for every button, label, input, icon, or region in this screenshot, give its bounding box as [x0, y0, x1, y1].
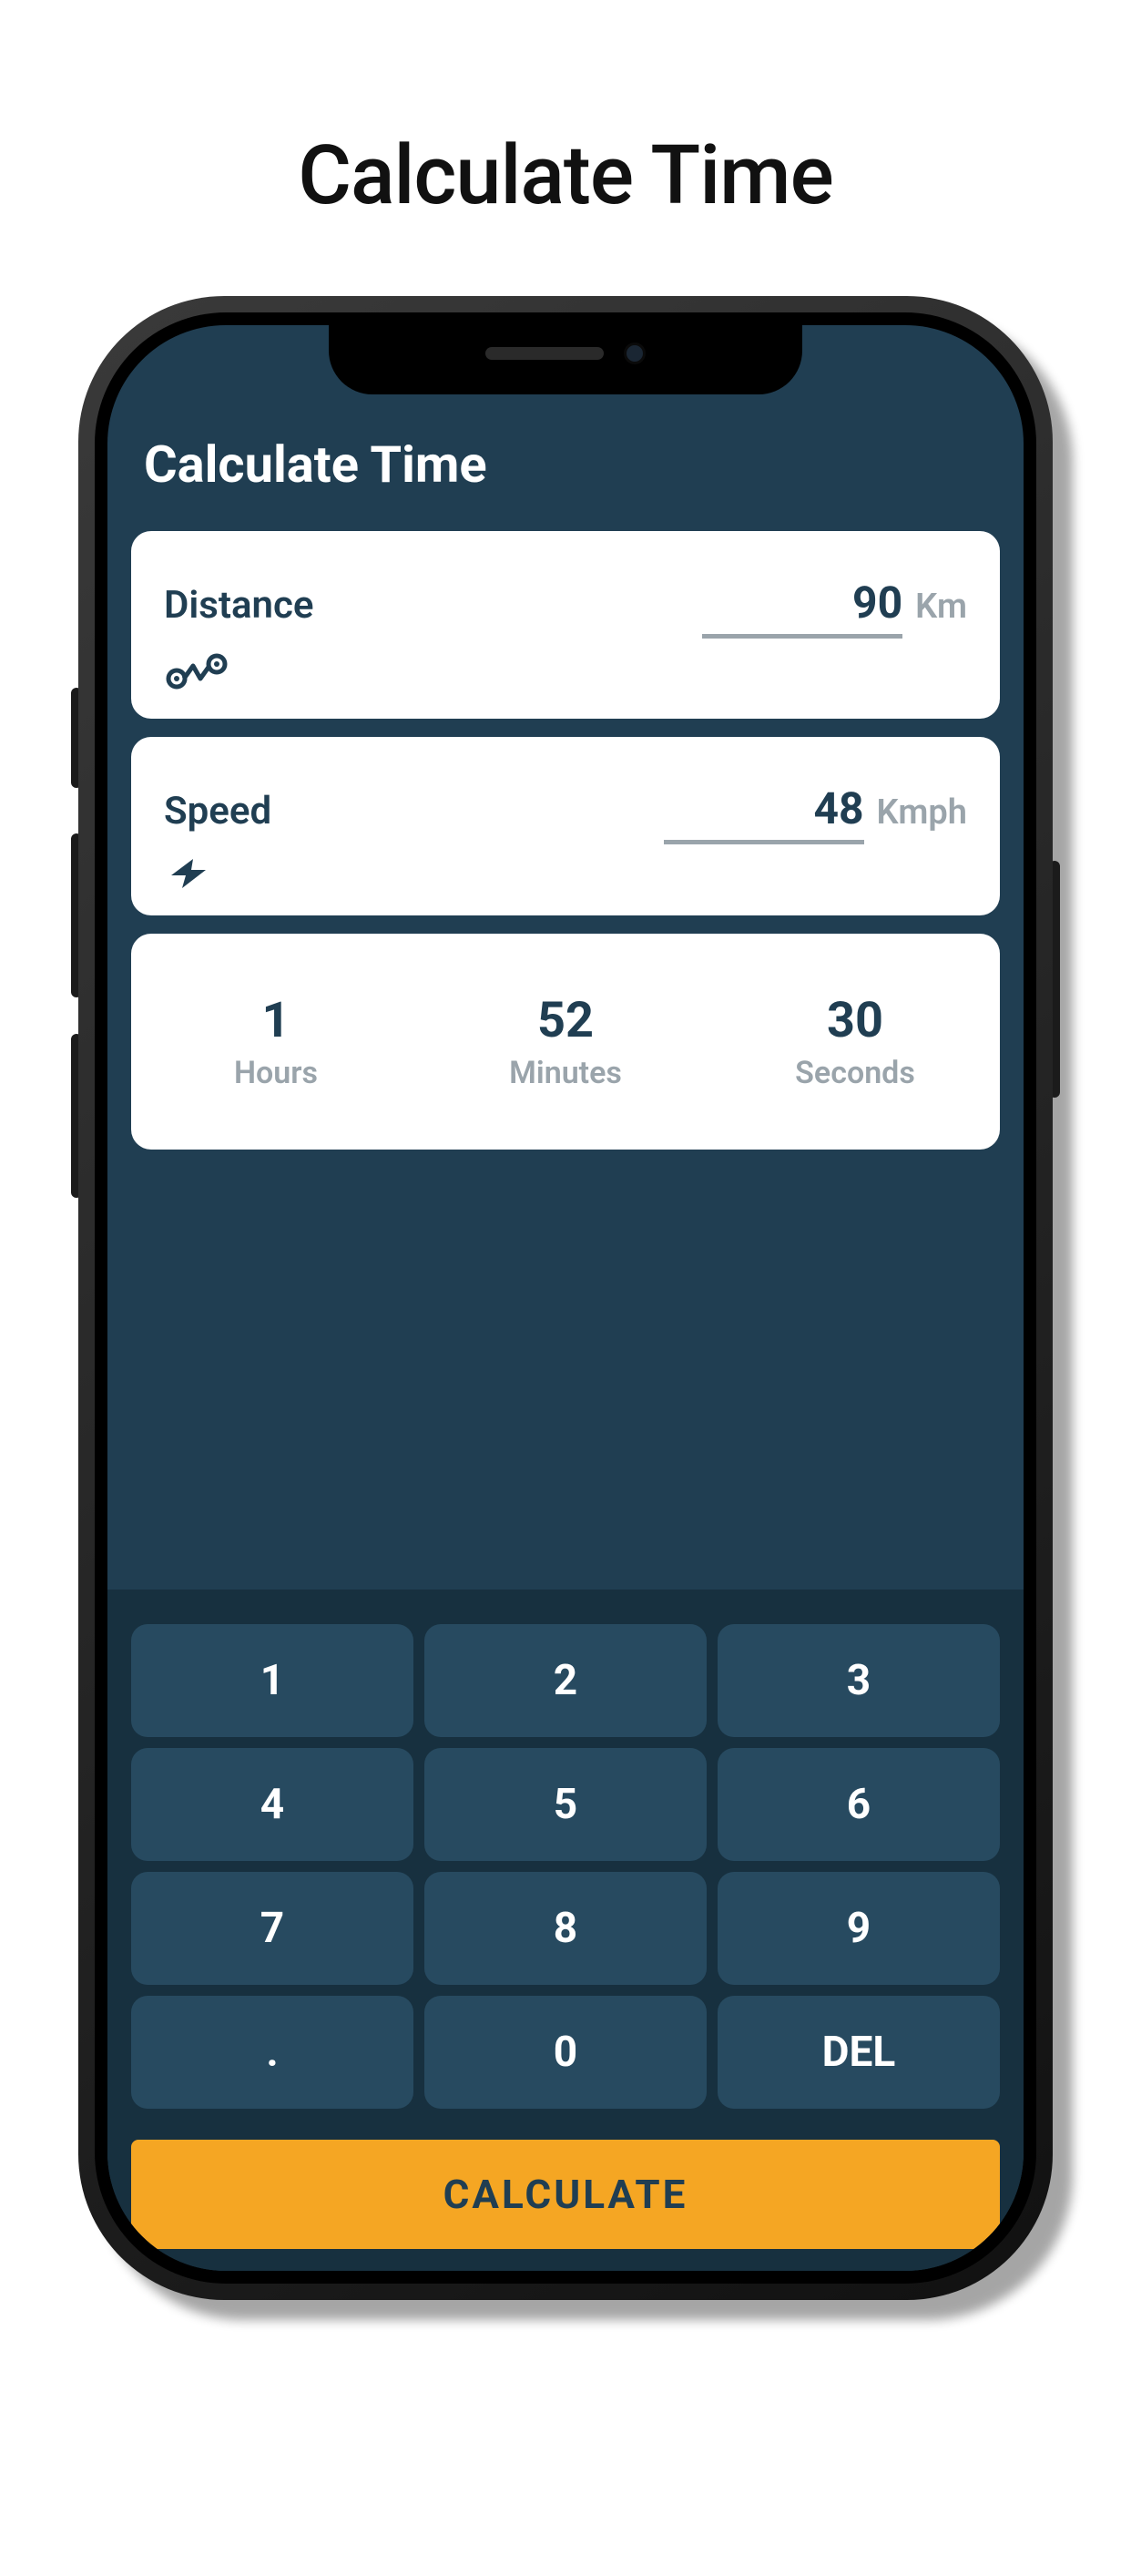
- key-delete[interactable]: DEL: [718, 1996, 1000, 2109]
- speed-unit: Kmph: [877, 792, 967, 833]
- distance-label: Distance: [164, 583, 314, 628]
- phone-speaker: [485, 347, 604, 360]
- distance-input[interactable]: 90: [702, 577, 902, 639]
- speed-card[interactable]: Speed 48 Kmph: [131, 737, 1000, 915]
- seconds-value: 30: [710, 992, 1000, 1049]
- key-6[interactable]: 6: [718, 1748, 1000, 1861]
- calculate-button[interactable]: CALCULATE: [131, 2140, 1000, 2249]
- phone-mockup: Calculate Time Distance 90 Km: [78, 296, 1053, 2300]
- seconds-label: Seconds: [710, 1055, 1000, 1091]
- key-decimal[interactable]: .: [131, 1996, 413, 2109]
- result-card: 1 Hours 52 Minutes 30 Seconds: [131, 934, 1000, 1150]
- key-0[interactable]: 0: [424, 1996, 707, 2109]
- key-2[interactable]: 2: [424, 1624, 707, 1737]
- minutes-value: 52: [421, 992, 710, 1049]
- key-7[interactable]: 7: [131, 1872, 413, 1985]
- distance-icon: [164, 651, 967, 693]
- speed-icon: [164, 857, 967, 890]
- distance-card[interactable]: Distance 90 Km: [131, 531, 1000, 719]
- app-screen: Calculate Time Distance 90 Km: [107, 325, 1024, 2271]
- speed-input[interactable]: 48: [664, 782, 864, 844]
- keypad-panel: 1 2 3 4 5 6 7 8 9 . 0 DEL CALCULATE: [107, 1590, 1024, 2271]
- key-9[interactable]: 9: [718, 1872, 1000, 1985]
- app-title: Calculate Time: [144, 434, 987, 495]
- minutes-label: Minutes: [421, 1055, 710, 1091]
- result-minutes: 52 Minutes: [421, 992, 710, 1091]
- key-8[interactable]: 8: [424, 1872, 707, 1985]
- speed-label: Speed: [164, 789, 271, 833]
- key-4[interactable]: 4: [131, 1748, 413, 1861]
- keypad: 1 2 3 4 5 6 7 8 9 . 0 DEL: [131, 1624, 1000, 2109]
- hours-value: 1: [131, 992, 421, 1049]
- hours-label: Hours: [131, 1055, 421, 1091]
- key-1[interactable]: 1: [131, 1624, 413, 1737]
- distance-unit: Km: [915, 587, 967, 627]
- phone-camera: [624, 342, 646, 364]
- phone-notch: [329, 312, 802, 394]
- result-hours: 1 Hours: [131, 992, 421, 1091]
- page-title: Calculate Time: [0, 128, 1131, 223]
- result-seconds: 30 Seconds: [710, 992, 1000, 1091]
- key-5[interactable]: 5: [424, 1748, 707, 1861]
- key-3[interactable]: 3: [718, 1624, 1000, 1737]
